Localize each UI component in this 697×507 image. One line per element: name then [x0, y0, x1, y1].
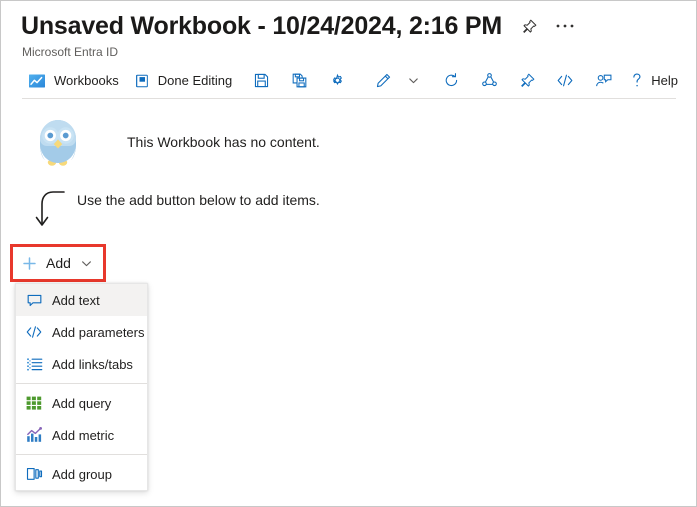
owl-illustration	[35, 117, 81, 167]
chevron-down-icon	[80, 256, 94, 270]
toolbar-label-workbooks: Workbooks	[54, 72, 119, 88]
toolbar-label-help: Help	[651, 73, 678, 88]
toolbar-item-save-as[interactable]	[284, 66, 314, 96]
toolbar-item-code[interactable]	[550, 66, 580, 96]
menu-label-add-group: Add group	[52, 466, 112, 482]
pin-icon[interactable]	[518, 15, 540, 37]
empty-state: This Workbook has no content.	[35, 117, 320, 167]
toolbar-item-workbooks[interactable]: Workbooks	[22, 66, 125, 96]
toolbar: Workbooks Done Editing Help	[1, 63, 696, 98]
title-actions	[518, 15, 576, 37]
metric-chart-icon	[25, 426, 43, 444]
toolbar-item-pin[interactable]	[512, 66, 542, 96]
menu-label-add-links-tabs: Add links/tabs	[52, 356, 133, 372]
menu-label-add-text: Add text	[52, 292, 100, 308]
add-button[interactable]: Add	[17, 250, 97, 276]
toolbar-item-settings[interactable]	[322, 66, 352, 96]
toolbar-item-save[interactable]	[246, 66, 276, 96]
menu-item-add-parameters[interactable]: Add parameters	[16, 316, 147, 348]
add-hint-message: Use the add button below to add items.	[77, 192, 320, 208]
plus-icon	[20, 254, 38, 272]
list-icon	[25, 355, 43, 373]
toolbar-item-edit-dropdown[interactable]	[398, 66, 428, 96]
feedback-icon	[594, 72, 614, 90]
workbook-page: Unsaved Workbook - 10/24/2024, 2:16 PM M…	[0, 0, 697, 507]
menu-item-add-query[interactable]: Add query	[16, 387, 147, 419]
pin-icon	[518, 72, 536, 90]
speech-bubble-icon	[25, 291, 43, 309]
empty-state-message: This Workbook has no content.	[127, 134, 320, 150]
curved-arrow-down-icon	[31, 187, 71, 231]
menu-divider	[16, 383, 147, 384]
menu-divider	[16, 454, 147, 455]
page-title: Unsaved Workbook - 10/24/2024, 2:16 PM	[21, 12, 503, 40]
menu-item-add-group[interactable]: Add group	[16, 458, 147, 490]
grid-green-icon	[25, 394, 43, 412]
page-header: Unsaved Workbook - 10/24/2024, 2:16 PM M…	[1, 1, 696, 60]
help-question-icon	[628, 72, 646, 90]
add-button-label: Add	[46, 255, 71, 271]
toolbar-item-share[interactable]	[474, 66, 504, 96]
toolbar-item-help[interactable]: Help	[622, 66, 684, 96]
toolbar-item-done-editing[interactable]: Done Editing	[128, 66, 238, 96]
add-menu: Add text Add parameters Add links/tabs A…	[15, 283, 148, 491]
code-icon	[556, 72, 574, 90]
edit-pencil-icon	[374, 72, 392, 90]
toolbar-item-refresh[interactable]	[436, 66, 466, 96]
settings-gear-icon	[328, 72, 346, 90]
toolbar-divider	[22, 98, 676, 99]
page-subtitle: Microsoft Entra ID	[22, 45, 119, 59]
group-icon	[25, 465, 43, 483]
code-brackets-icon	[25, 323, 43, 341]
menu-item-add-text[interactable]: Add text	[16, 284, 147, 316]
save-icon	[252, 72, 270, 90]
title-row: Unsaved Workbook - 10/24/2024, 2:16 PM	[1, 11, 696, 41]
done-editing-icon	[133, 72, 151, 90]
toolbar-item-feedback[interactable]	[588, 66, 620, 96]
menu-label-add-query: Add query	[52, 395, 112, 411]
save-as-icon	[290, 72, 308, 90]
menu-label-add-parameters: Add parameters	[52, 324, 145, 340]
refresh-icon	[442, 72, 460, 90]
menu-label-add-metric: Add metric	[52, 427, 115, 443]
share-icon	[480, 72, 498, 90]
toolbar-item-edit[interactable]	[368, 66, 398, 96]
ellipsis-icon[interactable]	[554, 15, 576, 37]
menu-item-add-links-tabs[interactable]: Add links/tabs	[16, 348, 147, 380]
toolbar-label-done-editing: Done Editing	[157, 72, 233, 88]
menu-item-add-metric[interactable]: Add metric	[16, 419, 147, 451]
add-hint: Use the add button below to add items.	[31, 187, 320, 231]
workbooks-icon	[27, 72, 47, 90]
chevron-down-icon	[404, 72, 422, 90]
